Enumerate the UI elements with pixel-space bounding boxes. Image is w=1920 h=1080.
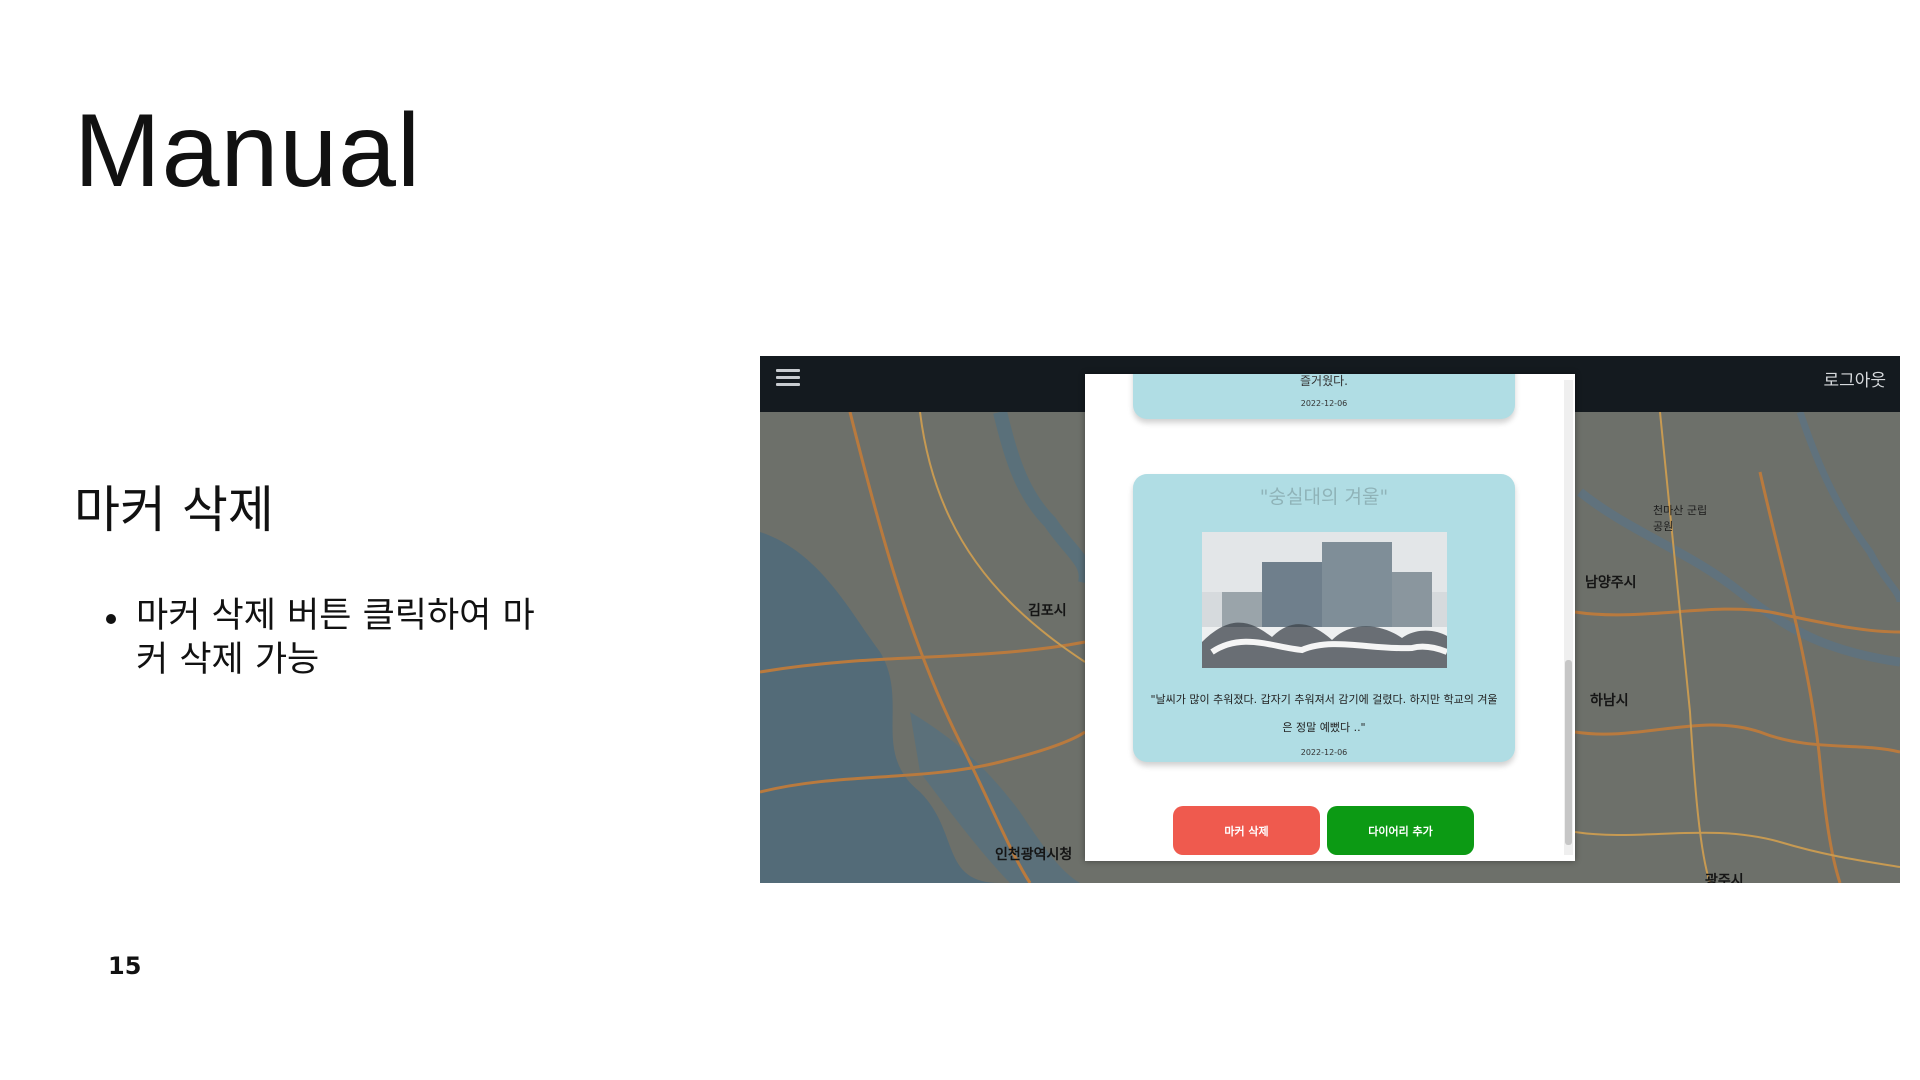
campus-photo xyxy=(1202,532,1447,668)
card-text: 즐거웠다. xyxy=(1300,374,1348,388)
diary-modal: 즐거웠다. 2022-12-06 "숭실대의 겨울" "날씨가 많이 추워졌다. xyxy=(1085,374,1575,861)
hamburger-menu-icon[interactable] xyxy=(776,366,800,388)
app-screenshot: 김포시 인천광역시청 남양주시 하남시 광주시 천마산 군립공원 로그아웃 즐거… xyxy=(760,356,1900,883)
map-label-cheonmasan: 천마산 군립공원 xyxy=(1653,504,1708,533)
slide-title: Manual xyxy=(74,93,422,209)
card-title: "숭실대의 겨울" xyxy=(1259,486,1389,508)
map-label-namyangju: 남양주시 xyxy=(1585,575,1637,591)
map-label-hanam: 하남시 xyxy=(1590,693,1629,709)
map-label-gwangju: 광주시 xyxy=(1705,873,1744,883)
add-diary-button[interactable]: 다이어리 추가 xyxy=(1327,806,1474,855)
map-label-gimpo: 김포시 xyxy=(1028,603,1067,619)
map-label-incheon-city-hall: 인천광역시청 xyxy=(995,847,1073,863)
modal-scrollbar[interactable] xyxy=(1564,380,1573,855)
bullet-item: 마커 삭제 버튼 클릭하여 마커 삭제 가능 xyxy=(106,594,566,682)
section-heading: 마커 삭제 xyxy=(74,481,274,539)
logout-link[interactable]: 로그아웃 xyxy=(1823,366,1886,391)
diary-card: "숭실대의 겨울" "날씨가 많이 추워졌다. 갑자기 추워져서 감기에 걸렸다… xyxy=(1133,474,1515,762)
bullet-list: 마커 삭제 버튼 클릭하여 마커 삭제 가능 xyxy=(106,594,566,682)
diary-card-previous: 즐거웠다. 2022-12-06 xyxy=(1133,374,1515,419)
delete-marker-button[interactable]: 마커 삭제 xyxy=(1173,806,1320,855)
card-date: 2022-12-06 xyxy=(1300,399,1348,408)
card-photo xyxy=(1202,532,1447,668)
scrollbar-thumb[interactable] xyxy=(1565,660,1572,845)
card-body: "날씨가 많이 추워졌다. 갑자기 추워져서 감기에 걸렸다. 하지만 학교의 … xyxy=(1150,693,1498,734)
page-number: 15 xyxy=(108,952,142,980)
card-date: 2022-12-06 xyxy=(1300,748,1348,757)
